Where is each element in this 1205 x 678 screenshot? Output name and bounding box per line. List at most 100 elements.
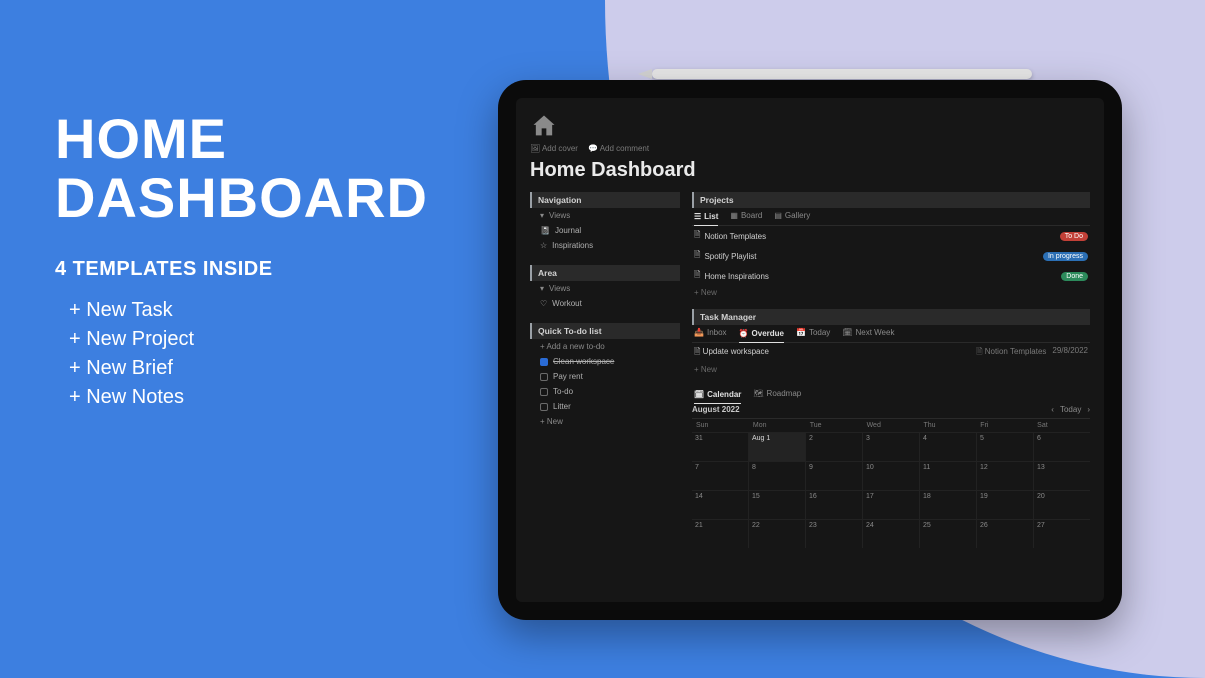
- nav-item-inspirations[interactable]: ☆Inspirations: [530, 238, 680, 253]
- checkbox-icon[interactable]: [540, 358, 548, 366]
- todo-item[interactable]: Pay rent: [530, 369, 680, 384]
- projects-tabs: ☰ List ▦ Board ▤ Gallery: [692, 208, 1090, 226]
- calendar-cell[interactable]: 4: [919, 433, 976, 461]
- today-button[interactable]: Today: [1060, 405, 1081, 414]
- page-icon: 🗎: [694, 269, 700, 283]
- calendar-cell[interactable]: 19: [976, 491, 1033, 519]
- calendar-cell[interactable]: 27: [1033, 520, 1090, 548]
- project-row[interactable]: 🗎Home Inspirations Done: [692, 266, 1090, 286]
- area-views-toggle[interactable]: ▾ Views: [530, 281, 680, 296]
- journal-icon: 📓: [540, 226, 550, 235]
- calendar-month: August 2022: [692, 405, 740, 414]
- navigation-heading: Navigation: [530, 192, 680, 208]
- calendar-cell[interactable]: 2: [805, 433, 862, 461]
- calendar-cell[interactable]: 3: [862, 433, 919, 461]
- promo-title-line2: DASHBOARD: [55, 169, 428, 228]
- todo-block: Quick To-do list + Add a new to-do Clean…: [530, 323, 680, 429]
- calendar-day-headers: SunMonTueWedThuFriSat: [692, 419, 1090, 432]
- todo-item[interactable]: To-do: [530, 384, 680, 399]
- todo-item[interactable]: Clean workspace: [530, 354, 680, 369]
- task-tabs: 📥 Inbox ⏰ Overdue 📅 Today 🗓 Next Week: [692, 325, 1090, 343]
- calendar-cell[interactable]: 23: [805, 520, 862, 548]
- calendar-cell[interactable]: 24: [862, 520, 919, 548]
- calendar-week: 14 15 16 17 18 19 20: [692, 490, 1090, 519]
- calendar-cell[interactable]: Aug 1: [748, 433, 805, 461]
- area-item-workout[interactable]: ♡Workout: [530, 296, 680, 311]
- task-row[interactable]: 🗎 Update workspace 🗎 Notion Templates29/…: [692, 343, 1090, 363]
- calendar-cell[interactable]: 14: [692, 491, 748, 519]
- template-item: + New Task: [69, 299, 428, 322]
- status-badge: To Do: [1060, 232, 1088, 241]
- calendar-cell[interactable]: 15: [748, 491, 805, 519]
- app-screen: 🖼 Add cover 💬 Add comment Home Dashboard…: [516, 98, 1104, 602]
- calendar-cell[interactable]: 26: [976, 520, 1033, 548]
- tab-list[interactable]: ☰ List: [694, 211, 718, 226]
- tab-inbox[interactable]: 📥 Inbox: [694, 328, 727, 337]
- calendar-cell[interactable]: 6: [1033, 433, 1090, 461]
- add-cover-button[interactable]: 🖼 Add cover: [530, 144, 578, 153]
- page-icon: 🗎: [694, 249, 700, 263]
- calendar-cell[interactable]: 21: [692, 520, 748, 548]
- tablet-mockup: 🖼 Add cover 💬 Add comment Home Dashboard…: [498, 80, 1122, 620]
- promo-subtitle: 4 TEMPLATES INSIDE: [55, 258, 428, 281]
- new-project-button[interactable]: + New: [692, 286, 1090, 299]
- calendar-cell[interactable]: 10: [862, 462, 919, 490]
- calendar-week: 21 22 23 24 25 26 27: [692, 519, 1090, 548]
- calendar-cell[interactable]: 20: [1033, 491, 1090, 519]
- page-title: Home Dashboard: [530, 159, 1090, 182]
- calendar-cell[interactable]: 17: [862, 491, 919, 519]
- template-item: + New Brief: [69, 357, 428, 380]
- page-actions: 🖼 Add cover 💬 Add comment: [530, 144, 1090, 153]
- calendar-week: 31 Aug 1 2 3 4 5 6: [692, 432, 1090, 461]
- tab-today[interactable]: 📅 Today: [796, 328, 830, 337]
- task-manager-block: Task Manager 📥 Inbox ⏰ Overdue 📅 Today 🗓…: [692, 309, 1090, 376]
- calendar-cell[interactable]: 9: [805, 462, 862, 490]
- heart-icon: ♡: [540, 299, 547, 308]
- new-task-button[interactable]: + New: [692, 363, 1090, 376]
- calendar-cell[interactable]: 13: [1033, 462, 1090, 490]
- calendar-week: 7 8 9 10 11 12 13: [692, 461, 1090, 490]
- views-toggle[interactable]: ▾ Views: [530, 208, 680, 223]
- projects-block: Projects ☰ List ▦ Board ▤ Gallery 🗎Notio…: [692, 192, 1090, 299]
- status-badge: In progress: [1043, 252, 1088, 261]
- todo-heading: Quick To-do list: [530, 323, 680, 339]
- calendar-cell[interactable]: 31: [692, 433, 748, 461]
- projects-heading: Projects: [692, 192, 1090, 208]
- template-item: + New Notes: [69, 386, 428, 409]
- tab-calendar[interactable]: 🗓 Calendar: [694, 389, 741, 404]
- calendar-cell[interactable]: 8: [748, 462, 805, 490]
- calendar-cell[interactable]: 11: [919, 462, 976, 490]
- project-row[interactable]: 🗎Spotify Playlist In progress: [692, 246, 1090, 266]
- checkbox-icon[interactable]: [540, 403, 548, 411]
- nav-item-journal[interactable]: 📓Journal: [530, 223, 680, 238]
- checkbox-icon[interactable]: [540, 388, 548, 396]
- calendar-cell[interactable]: 12: [976, 462, 1033, 490]
- tab-next-week[interactable]: 🗓 Next Week: [842, 328, 894, 337]
- calendar-cell[interactable]: 7: [692, 462, 748, 490]
- calendar-cell[interactable]: 22: [748, 520, 805, 548]
- navigation-block: Navigation ▾ Views 📓Journal ☆Inspiration…: [530, 192, 680, 253]
- tab-roadmap[interactable]: 🗺 Roadmap: [753, 389, 801, 398]
- star-icon: ☆: [540, 241, 547, 250]
- prev-month-button[interactable]: ‹: [1051, 405, 1054, 414]
- calendar-block: 🗓 Calendar 🗺 Roadmap August 2022 ‹ Today…: [692, 386, 1090, 548]
- todo-item[interactable]: Litter: [530, 399, 680, 414]
- next-month-button[interactable]: ›: [1087, 405, 1090, 414]
- calendar-grid: SunMonTueWedThuFriSat 31 Aug 1 2 3 4 5 6: [692, 418, 1090, 548]
- task-heading: Task Manager: [692, 309, 1090, 325]
- add-comment-button[interactable]: 💬 Add comment: [588, 144, 649, 153]
- new-todo-button[interactable]: + New: [530, 414, 680, 429]
- template-item: + New Project: [69, 328, 428, 351]
- calendar-cell[interactable]: 16: [805, 491, 862, 519]
- calendar-cell[interactable]: 25: [919, 520, 976, 548]
- promo-text: HOME DASHBOARD 4 TEMPLATES INSIDE + New …: [55, 110, 428, 415]
- page-icon: 🗎: [694, 347, 700, 356]
- calendar-cell[interactable]: 18: [919, 491, 976, 519]
- checkbox-icon[interactable]: [540, 373, 548, 381]
- project-row[interactable]: 🗎Notion Templates To Do: [692, 226, 1090, 246]
- tab-gallery[interactable]: ▤ Gallery: [774, 211, 810, 220]
- add-todo-button[interactable]: + Add a new to-do: [530, 339, 680, 354]
- calendar-cell[interactable]: 5: [976, 433, 1033, 461]
- tab-board[interactable]: ▦ Board: [730, 211, 762, 220]
- tab-overdue[interactable]: ⏰ Overdue: [739, 328, 784, 343]
